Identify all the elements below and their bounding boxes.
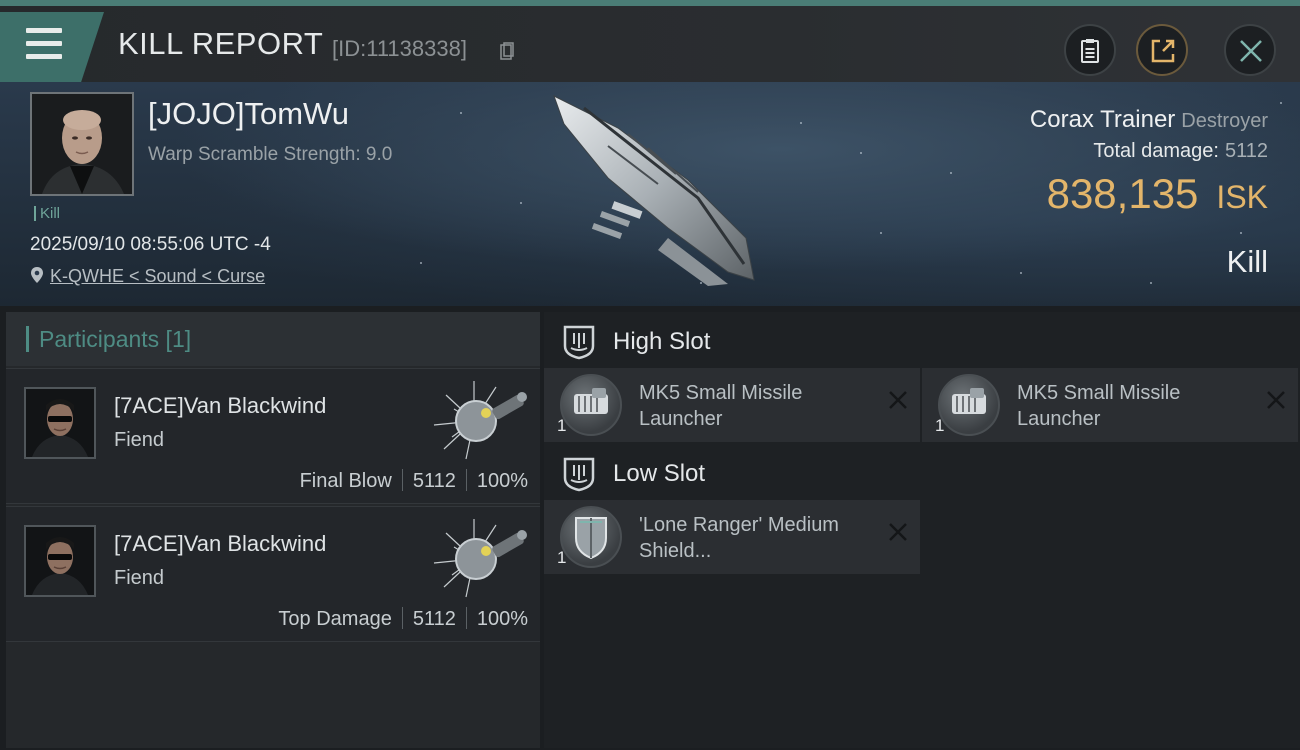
participants-header: Participants [1] xyxy=(6,312,540,366)
result-label: Kill xyxy=(1226,244,1268,279)
fitting-panel: High Slot 1 MK5 Small Missile Launcher 1… xyxy=(544,312,1300,748)
copy-icon[interactable] xyxy=(500,42,514,60)
victim-ship-name[interactable]: Corax Trainer Destroyer xyxy=(1030,106,1268,134)
low-slot-label: Low Slot xyxy=(613,460,706,487)
kill-tag: Kill xyxy=(34,206,60,221)
participant-ship-image[interactable] xyxy=(426,513,536,603)
kill-location[interactable]: K-QWHE < Sound < Curse xyxy=(30,266,265,287)
participant-portrait-icon xyxy=(26,527,94,595)
destroyed-icon xyxy=(888,390,908,410)
isk-value: 838,135 ISK xyxy=(1047,170,1268,218)
participant-avatar[interactable] xyxy=(24,387,96,459)
participant-stats: Final Blow 5112 100% xyxy=(300,469,528,493)
participant-stats: Top Damage 5112 100% xyxy=(278,607,528,631)
low-slot-header: Low Slot xyxy=(544,446,1300,500)
missile-launcher-icon xyxy=(938,374,1000,436)
warp-scramble-strength: Warp Scramble Strength: 9.0 xyxy=(148,144,393,165)
participant-ship-image[interactable] xyxy=(426,375,536,465)
participant-avatar[interactable] xyxy=(24,525,96,597)
ship-type: Corax Trainer xyxy=(1029,106,1176,133)
kill-datetime: 2025/09/10 08:55:06 UTC -4 xyxy=(30,234,271,255)
module-name: MK5 Small Missile Launcher xyxy=(639,382,803,430)
clipboard-button[interactable] xyxy=(1064,24,1116,76)
participant-portrait-icon xyxy=(26,389,94,457)
menu-icon-bar xyxy=(26,54,62,59)
participant-damage: 5112 xyxy=(412,608,456,630)
high-slot-header: High Slot xyxy=(544,314,1300,368)
report-id: [ID:11138338] xyxy=(332,36,467,61)
top-bar: KILL REPORT [ID:11138338] xyxy=(0,0,1300,82)
victim-avatar[interactable] xyxy=(30,92,134,196)
participant-row[interactable]: [7ACE]Van Blackwind Fiend Final Blow 5112… xyxy=(6,368,540,504)
victim-banner: [JOJO]TomWu Warp Scramble Strength: 9.0 … xyxy=(0,82,1300,306)
share-button[interactable] xyxy=(1136,24,1188,76)
module-item[interactable]: 1 MK5 Small Missile Launcher xyxy=(544,368,920,442)
participant-percent: 100% xyxy=(476,608,528,630)
participants-panel: Participants [1] [7ACE]Van Blackwind Fie… xyxy=(6,312,540,748)
high-slot-label: High Slot xyxy=(613,328,711,355)
share-icon xyxy=(1151,39,1175,63)
high-slot-icon xyxy=(563,325,595,360)
victim-ship-image[interactable] xyxy=(548,88,768,288)
low-slot-icon xyxy=(563,457,595,492)
stats-divider xyxy=(401,469,403,491)
victim-portrait-icon xyxy=(32,94,132,194)
participant-role: Final Blow xyxy=(299,470,392,492)
participant-name[interactable]: [7ACE]Van Blackwind xyxy=(114,531,326,557)
menu-icon-bar xyxy=(26,41,62,46)
stats-divider xyxy=(401,607,403,629)
total-damage-label: Total damage: xyxy=(1093,140,1219,162)
module-quantity: 1 xyxy=(935,416,945,435)
participant-percent: 100% xyxy=(476,470,528,492)
participant-damage: 5112 xyxy=(412,470,456,492)
location-pin-icon xyxy=(31,267,43,283)
module-quantity: 1 xyxy=(557,548,567,567)
victim-name[interactable]: [JOJO]TomWu xyxy=(148,96,349,132)
module-quantity: 1 xyxy=(557,416,567,435)
module-item[interactable]: 1 MK5 Small Missile Launcher xyxy=(922,368,1298,442)
isk-unit: ISK xyxy=(1216,179,1268,215)
participant-ship: Fiend xyxy=(114,429,165,451)
participant-ship: Fiend xyxy=(114,567,165,589)
clipboard-icon xyxy=(1081,39,1099,63)
menu-icon xyxy=(26,28,62,33)
stats-divider xyxy=(465,607,467,629)
total-damage-value: 5112 xyxy=(1224,140,1268,162)
module-name: 'Lone Ranger' Medium Shield... xyxy=(639,514,839,562)
participant-name[interactable]: [7ACE]Van Blackwind xyxy=(114,393,326,419)
ship-class: Destroyer xyxy=(1181,110,1268,132)
stats-divider xyxy=(465,469,467,491)
participants-title: Participants [1] xyxy=(26,326,191,352)
location-link[interactable]: K-QWHE < Sound < Curse xyxy=(50,266,265,286)
close-icon xyxy=(1240,40,1262,62)
menu-button[interactable] xyxy=(0,12,104,82)
participant-row[interactable]: [7ACE]Van Blackwind Fiend Top Damage 5112… xyxy=(6,506,540,642)
missile-launcher-icon xyxy=(560,374,622,436)
isk-amount: 838,135 xyxy=(1046,170,1199,217)
destroyed-icon xyxy=(888,522,908,542)
participant-role: Top Damage xyxy=(278,608,392,630)
shield-module-icon xyxy=(560,506,622,568)
page-title: KILL REPORT xyxy=(118,26,324,61)
close-button[interactable] xyxy=(1224,24,1276,76)
module-name: MK5 Small Missile Launcher xyxy=(1017,382,1181,430)
total-damage: Total damage: 5112 xyxy=(1093,140,1268,163)
module-item[interactable]: 1 'Lone Ranger' Medium Shield... xyxy=(544,500,920,574)
destroyed-icon xyxy=(1266,390,1286,410)
